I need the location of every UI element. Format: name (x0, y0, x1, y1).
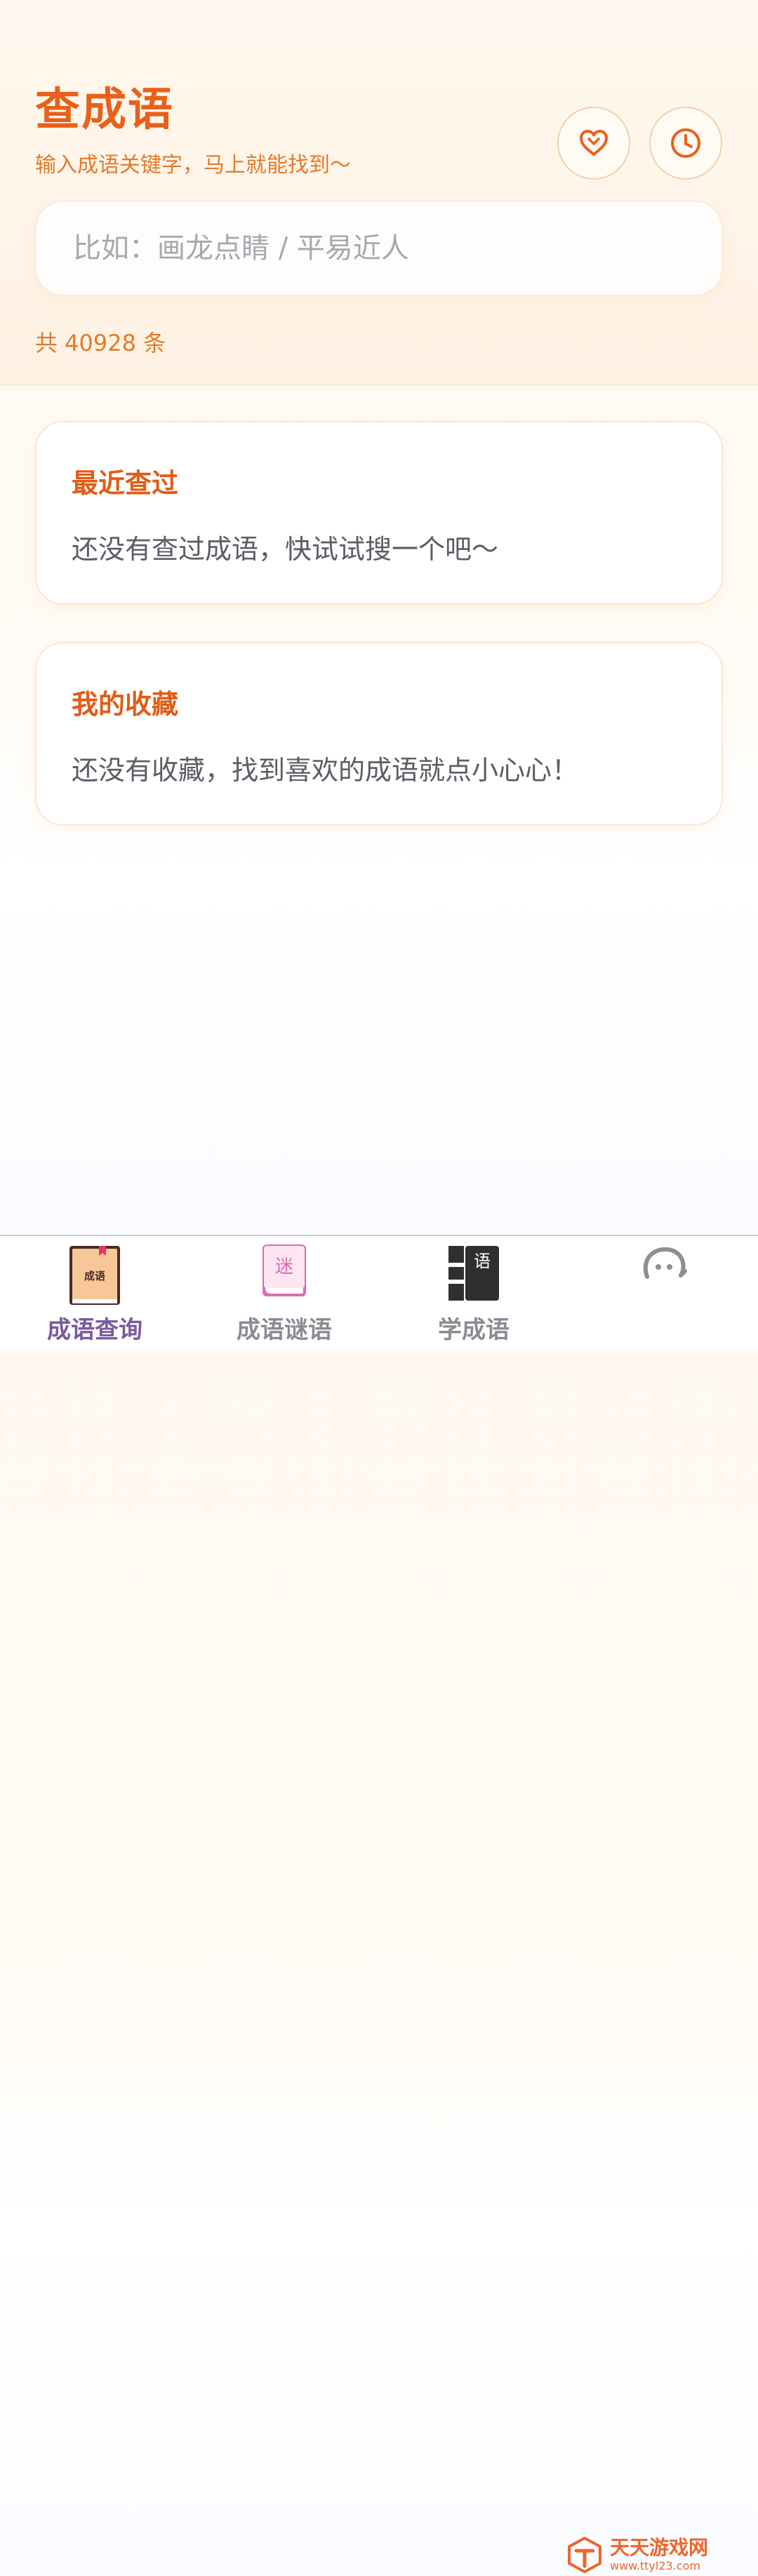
search-input[interactable] (72, 232, 692, 265)
svg-text:语: 语 (474, 1252, 491, 1271)
page-title: 查成语 (35, 84, 174, 136)
watermark-logo: 天天游戏网 www.ttyl23.com (565, 2534, 733, 2576)
nav-label-learn-idiom: 学成语 (438, 1316, 510, 1344)
book-icon: 成语 (69, 1246, 120, 1305)
favorites-empty-text: 还没有收藏，找到喜欢的成语就点小心心！ (72, 755, 579, 786)
bottom-nav: 成语 成语查询 迷 成语谜语 语 学成语 天天游戏网 www.ttyl23.co… (0, 1235, 758, 2573)
history-button[interactable] (649, 107, 722, 180)
riddle-book-icon: 迷 (262, 1245, 306, 1296)
clock-icon (671, 128, 700, 158)
svg-text:迷: 迷 (275, 1256, 293, 1277)
recent-title: 最近查过 (72, 468, 179, 499)
nav-item-chat[interactable] (568, 1236, 758, 1348)
watermark-sub-text: www.ttyl23.com (610, 2559, 700, 2572)
learn-book-icon: 语 (448, 1246, 499, 1301)
search-box[interactable] (35, 201, 723, 296)
favorites-card: 我的收藏 还没有收藏，找到喜欢的成语就点小心心！ (35, 642, 723, 826)
header: 查成语 输入成语关键字，马上就能找到～ 共 40928 条 (0, 0, 758, 386)
nav-item-idiom-riddle[interactable]: 迷 成语谜语 (190, 1236, 379, 1348)
watermark-main-text: 天天游戏网 (610, 2536, 709, 2559)
favorites-title: 我的收藏 (72, 689, 179, 720)
recent-empty-text: 还没有查过成语，快试试搜一个吧～ (72, 534, 499, 565)
idiom-count: 共 40928 条 (35, 330, 166, 356)
recent-card: 最近查过 还没有查过成语，快试试搜一个吧～ (35, 421, 723, 605)
page-subtitle: 输入成语关键字，马上就能找到～ (35, 153, 351, 177)
favorites-button[interactable] (557, 107, 630, 180)
svg-text:成语: 成语 (84, 1270, 105, 1282)
nav-item-learn-idiom[interactable]: 语 学成语 (379, 1236, 568, 1348)
chat-icon (643, 1247, 687, 1279)
nav-item-idiom-search[interactable]: 成语 成语查询 (0, 1236, 190, 1348)
cube-logo-icon (568, 2537, 601, 2573)
nav-label-idiom-search: 成语查询 (47, 1316, 142, 1344)
heart-icon (580, 130, 608, 156)
nav-label-idiom-riddle: 成语谜语 (237, 1316, 332, 1344)
